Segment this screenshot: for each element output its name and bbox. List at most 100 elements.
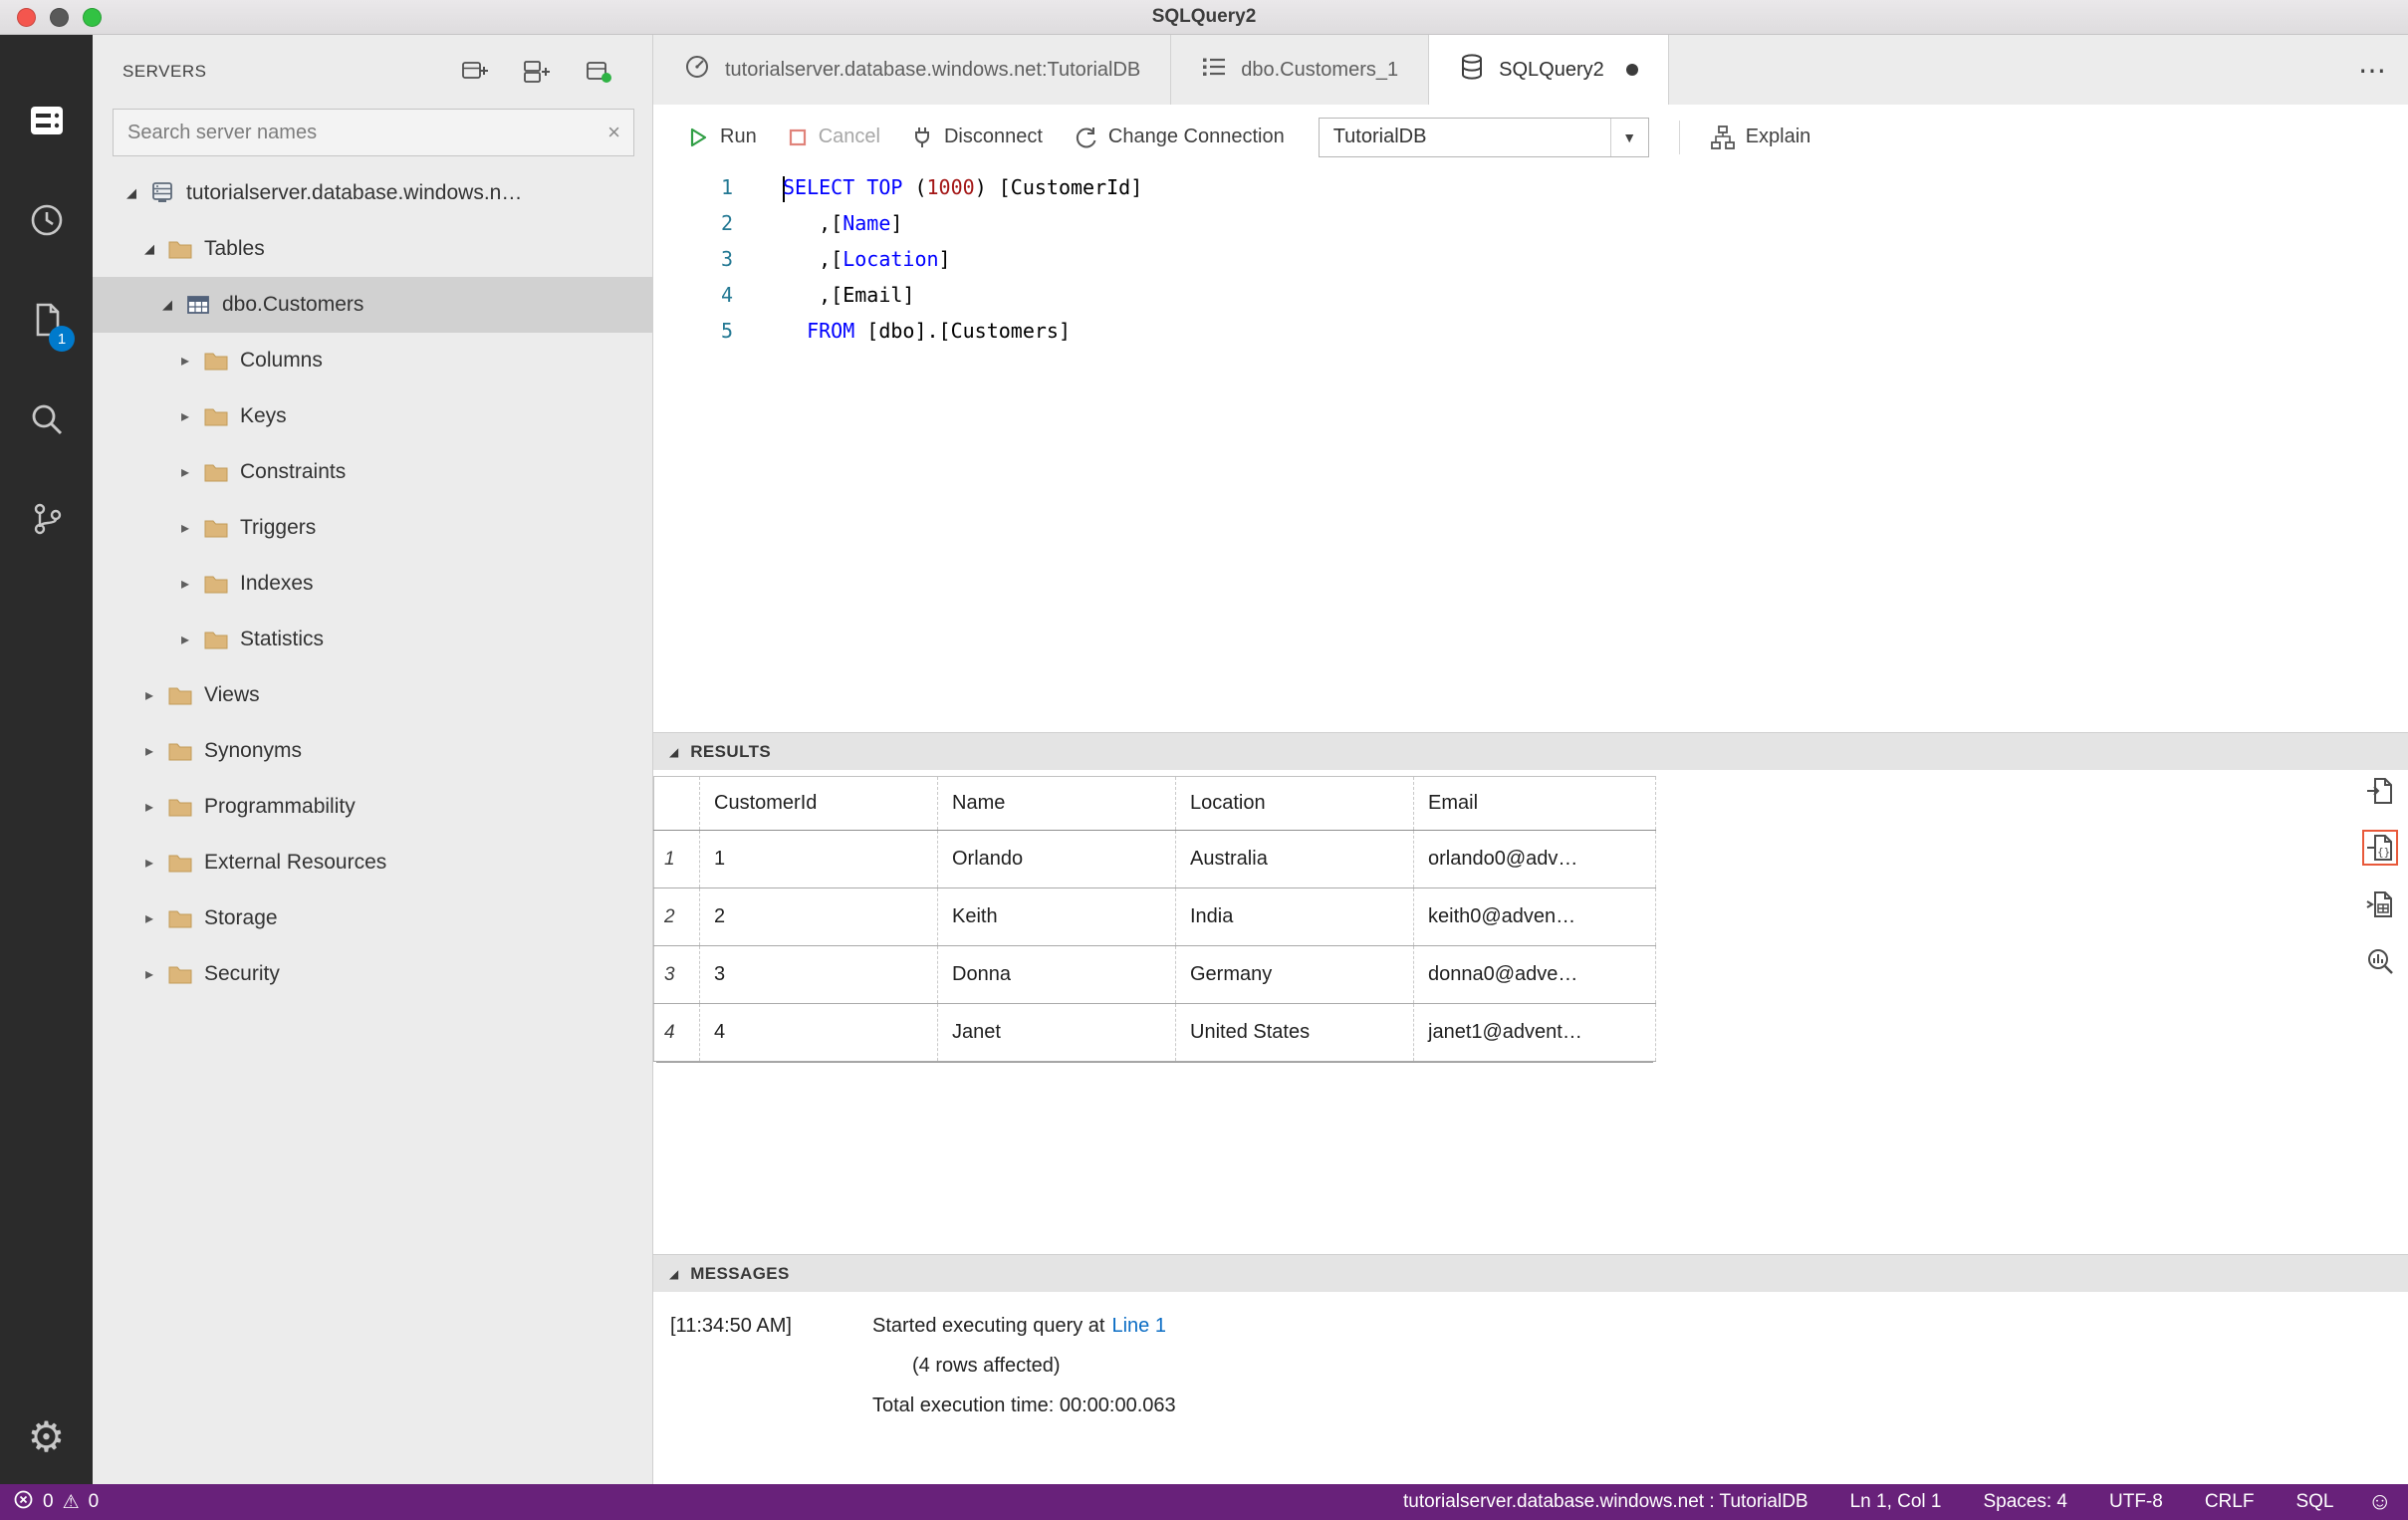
tree-item-security[interactable]: ▸ Security [93, 946, 652, 1002]
cell-email[interactable]: orlando0@adv… [1413, 830, 1656, 888]
editor-actions-button[interactable]: ⋯ [2358, 35, 2386, 105]
messages-section-header[interactable]: ◢ MESSAGES [653, 1254, 2408, 1292]
cell-name[interactable]: Orlando [937, 830, 1176, 888]
cell-name[interactable]: Donna [937, 945, 1176, 1004]
tab-sqlquery2[interactable]: SQLQuery2 [1429, 35, 1669, 105]
tree-item-tables[interactable]: ◢ Tables [93, 221, 652, 277]
expand-arrow-icon[interactable]: ▸ [134, 908, 164, 928]
tree-item-views[interactable]: ▸ Views [93, 667, 652, 723]
new-server-group-button[interactable] [523, 59, 551, 85]
status-cursor-position[interactable]: Ln 1, Col 1 [1850, 1491, 1942, 1513]
expand-arrow-icon[interactable]: ▸ [170, 462, 200, 482]
dirty-indicator[interactable] [1625, 64, 1638, 76]
cell-name[interactable]: Janet [937, 1003, 1176, 1062]
tree-item-keys[interactable]: ▸ Keys [93, 388, 652, 444]
status-encoding[interactable]: UTF-8 [2109, 1491, 2163, 1513]
row-number[interactable]: 2 [653, 887, 700, 946]
explorer-activity-button[interactable]: 1 [0, 272, 93, 372]
results-section-header[interactable]: ◢ RESULTS [653, 732, 2408, 770]
save-as-excel-button[interactable] [2362, 887, 2398, 922]
expand-arrow-icon[interactable]: ▸ [170, 351, 200, 371]
collapse-arrow-icon[interactable]: ◢ [117, 185, 146, 201]
new-connection-button[interactable] [461, 59, 489, 85]
cell-location[interactable]: United States [1175, 1003, 1414, 1062]
expand-arrow-icon[interactable]: ▸ [134, 741, 164, 761]
tree-item-statistics[interactable]: ▸ Statistics [93, 612, 652, 667]
server-search-input[interactable] [113, 109, 634, 156]
active-connections-button[interactable] [585, 59, 612, 85]
column-header-location[interactable]: Location [1175, 776, 1414, 831]
cell-email[interactable]: keith0@adven… [1413, 887, 1656, 946]
status-language-mode[interactable]: SQL [2295, 1491, 2333, 1513]
grid-corner-cell[interactable] [653, 776, 700, 831]
tree-item-triggers[interactable]: ▸ Triggers [93, 500, 652, 556]
error-count: 0 [43, 1491, 54, 1512]
tree-item-external-resources[interactable]: ▸ External Resources [93, 835, 652, 890]
expand-arrow-icon[interactable]: ▸ [134, 853, 164, 873]
cell-customerid[interactable]: 3 [699, 945, 938, 1004]
settings-gear-icon[interactable]: ⚙ [28, 1416, 66, 1458]
source-control-activity-button[interactable] [0, 471, 93, 571]
sql-editor[interactable]: 1 2 3 4 5 SELECT TOP (1000) [CustomerId] ,[N… [653, 169, 2408, 732]
tree-item-tutorialserver-database-windows-n[interactable]: ◢ tutorialserver.database.windows.n… [93, 165, 652, 221]
expand-arrow-icon[interactable]: ▸ [170, 574, 200, 594]
expand-arrow-icon[interactable]: ▸ [134, 685, 164, 705]
tree-item-synonyms[interactable]: ▸ Synonyms [93, 723, 652, 779]
expand-arrow-icon[interactable]: ▸ [170, 406, 200, 426]
close-button[interactable] [17, 7, 36, 27]
clear-search-icon[interactable]: × [607, 122, 620, 143]
tree-item-indexes[interactable]: ▸ Indexes [93, 556, 652, 612]
explain-button[interactable]: Explain [1710, 125, 1810, 150]
cell-location[interactable]: Australia [1175, 830, 1414, 888]
search-activity-button[interactable] [0, 372, 93, 471]
status-eol[interactable]: CRLF [2205, 1491, 2255, 1513]
database-dropdown[interactable]: TutorialDB ▼ [1318, 117, 1649, 157]
tree-item-dbo-customers[interactable]: ◢ dbo.Customers [93, 277, 652, 333]
cell-email[interactable]: janet1@advent… [1413, 1003, 1656, 1062]
column-header-email[interactable]: Email [1413, 776, 1656, 831]
editor-content[interactable]: SELECT TOP (1000) [CustomerId] ,[Name] ,… [748, 169, 2408, 732]
tree-item-storage[interactable]: ▸ Storage [93, 890, 652, 946]
collapse-arrow-icon[interactable]: ◢ [152, 297, 182, 313]
line-link[interactable]: Line 1 [1111, 1315, 1166, 1338]
connections-activity-button[interactable] [0, 73, 93, 172]
tree-item-programmability[interactable]: ▸ Programmability [93, 779, 652, 835]
expand-arrow-icon[interactable]: ▸ [170, 630, 200, 649]
expand-arrow-icon[interactable]: ▸ [170, 518, 200, 538]
messages-list: [11:34:50 AM] Started executing query at L… [653, 1306, 2408, 1425]
feedback-smiley-icon[interactable]: ☺ [2367, 1490, 2392, 1514]
expand-arrow-icon[interactable]: ▸ [134, 797, 164, 817]
cell-customerid[interactable]: 2 [699, 887, 938, 946]
save-as-csv-button[interactable] [2362, 773, 2398, 809]
tab-dbo-customers-1[interactable]: dbo.Customers_1 [1171, 35, 1430, 105]
change-connection-button[interactable]: Change Connection [1073, 125, 1285, 150]
problems-indicator[interactable]: 0 ⚠ 0 [0, 1489, 99, 1516]
tab-tutorialserver-database-windows-net-tutorialdb[interactable]: tutorialserver.database.windows.net:Tuto… [653, 35, 1172, 105]
row-number[interactable]: 1 [653, 830, 700, 888]
column-header-customerid[interactable]: CustomerId [699, 776, 938, 831]
tree-item-columns[interactable]: ▸ Columns [93, 333, 652, 388]
minimize-button[interactable] [50, 7, 69, 27]
save-as-json-button[interactable]: {} [2362, 830, 2398, 866]
cell-location[interactable]: Germany [1175, 945, 1414, 1004]
error-icon [13, 1489, 34, 1516]
row-number[interactable]: 4 [653, 1003, 700, 1062]
view-as-chart-button[interactable] [2362, 943, 2398, 979]
expand-arrow-icon[interactable]: ▸ [134, 964, 164, 984]
cell-email[interactable]: donna0@adve… [1413, 945, 1656, 1004]
results-title: RESULTS [690, 741, 772, 761]
status-indentation[interactable]: Spaces: 4 [1984, 1491, 2068, 1513]
tree-item-constraints[interactable]: ▸ Constraints [93, 444, 652, 500]
cell-customerid[interactable]: 4 [699, 1003, 938, 1062]
column-header-name[interactable]: Name [937, 776, 1176, 831]
zoom-button[interactable] [83, 7, 102, 27]
run-button[interactable]: Run [686, 126, 757, 149]
cell-customerid[interactable]: 1 [699, 830, 938, 888]
row-number[interactable]: 3 [653, 945, 700, 1004]
status-connection[interactable]: tutorialserver.database.windows.net : Tu… [1403, 1491, 1808, 1513]
task-history-activity-button[interactable] [0, 172, 93, 272]
cell-name[interactable]: Keith [937, 887, 1176, 946]
collapse-arrow-icon[interactable]: ◢ [134, 241, 164, 257]
disconnect-button[interactable]: Disconnect [910, 126, 1043, 149]
cell-location[interactable]: India [1175, 887, 1414, 946]
